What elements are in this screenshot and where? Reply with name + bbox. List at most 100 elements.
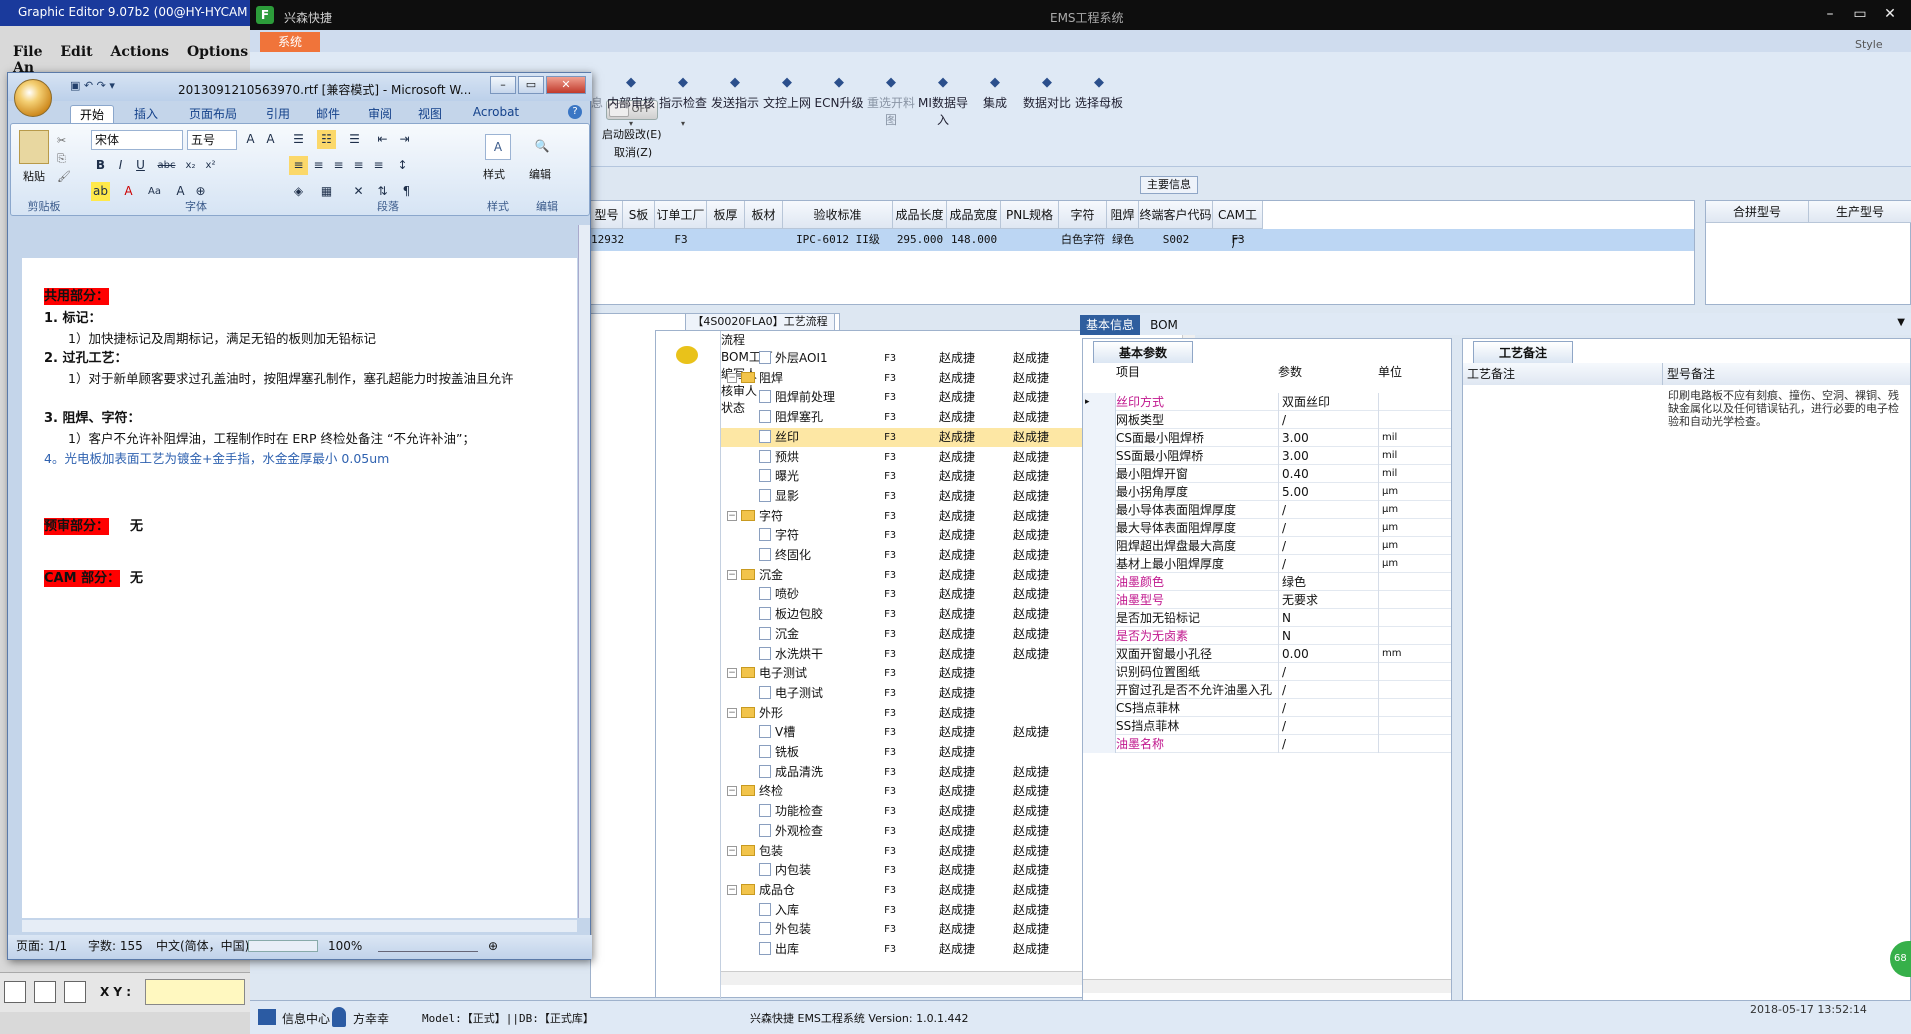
collapse-icon[interactable]: −: [727, 668, 737, 679]
col-header[interactable]: 板厚: [707, 201, 745, 229]
shading-icon[interactable]: ◈: [289, 182, 308, 201]
collapse-icon[interactable]: −: [727, 786, 737, 797]
paste-icon[interactable]: [19, 130, 49, 164]
justify-icon[interactable]: ≡: [349, 156, 368, 175]
ribbon-button-7[interactable]: ◆ MI数据导入: [914, 76, 972, 128]
clipboard-tools[interactable]: ✂ ⎘ 🖌: [57, 132, 71, 186]
collapse-icon[interactable]: −: [727, 707, 737, 718]
row-header[interactable]: [1083, 735, 1116, 753]
ribbon-button-9[interactable]: ◆ 数据对比: [1018, 76, 1076, 111]
paste-label[interactable]: 粘贴: [23, 168, 45, 184]
align-left-icon[interactable]: ≡: [289, 156, 308, 175]
superscript-icon[interactable]: x²: [201, 156, 220, 175]
tab-dropdown-icon[interactable]: ▼: [1897, 317, 1905, 328]
col-header[interactable]: S板: [623, 201, 655, 229]
param-row[interactable]: 识别码位置图纸 /: [1083, 663, 1451, 681]
param-value[interactable]: /: [1278, 411, 1378, 429]
row-header[interactable]: [1083, 555, 1116, 573]
param-row[interactable]: 开窗过孔是否不允许油墨入孔 /: [1083, 681, 1451, 699]
menu-file[interactable]: File: [13, 44, 42, 60]
table-cell[interactable]: 295.000: [893, 229, 947, 251]
col-header[interactable]: PNL规格: [1001, 201, 1059, 229]
row-header[interactable]: [1083, 645, 1116, 663]
row-header[interactable]: [1083, 699, 1116, 717]
info-center[interactable]: 信息中心: [282, 1010, 330, 1027]
zoom-level[interactable]: 100%: [328, 935, 362, 957]
italic-icon[interactable]: I: [111, 156, 130, 175]
change-case-icon[interactable]: Aa: [145, 182, 164, 201]
ribbon-button-5[interactable]: ◆ ECN升级: [810, 76, 868, 111]
col-header[interactable]: 板材: [745, 201, 783, 229]
process-col-header[interactable]: 流程: [721, 331, 881, 348]
param-value[interactable]: /: [1278, 681, 1378, 699]
table-cell[interactable]: 12932: [591, 229, 624, 251]
font-size-select[interactable]: 五号: [187, 130, 237, 150]
close-button[interactable]: ✕: [1877, 3, 1903, 27]
font-color-icon[interactable]: A: [119, 182, 138, 201]
borders-icon[interactable]: ▦: [317, 182, 336, 201]
col-header[interactable]: 订单工厂: [655, 201, 707, 229]
param-value[interactable]: /: [1278, 537, 1378, 555]
param-value[interactable]: 3.00: [1278, 447, 1378, 465]
ribbon-button-10[interactable]: ◆ 选择母板: [1070, 76, 1128, 111]
param-value[interactable]: /: [1278, 519, 1378, 537]
param-value[interactable]: /: [1278, 663, 1378, 681]
param-value[interactable]: /: [1278, 555, 1378, 573]
param-value[interactable]: 绿色: [1278, 573, 1378, 591]
view-buttons[interactable]: [248, 940, 318, 952]
table-cell[interactable]: S002: [1139, 229, 1213, 251]
param-value[interactable]: 0.00: [1278, 645, 1378, 663]
menu-options[interactable]: Options: [187, 44, 248, 60]
styles-icon[interactable]: A: [485, 134, 511, 160]
collapse-icon[interactable]: −: [727, 845, 737, 856]
restore-button[interactable]: ▭: [1847, 3, 1873, 27]
params-hscroll[interactable]: [1083, 979, 1451, 993]
toggle-label-start[interactable]: 启动殴改(E): [602, 126, 662, 142]
tab-bom[interactable]: BOM: [1144, 315, 1184, 335]
style-label[interactable]: Style: [1855, 38, 1883, 51]
row-header[interactable]: [1083, 447, 1116, 465]
collapse-icon[interactable]: −: [727, 372, 737, 383]
text-border-icon[interactable]: A: [261, 130, 280, 149]
word-vscroll[interactable]: [578, 225, 590, 918]
tab-mailings[interactable]: 邮件: [308, 105, 348, 123]
param-row[interactable]: CS挡点菲林 /: [1083, 699, 1451, 717]
param-col-header[interactable]: 单位: [1378, 363, 1451, 380]
param-row[interactable]: CS面最小阻焊桥 3.00 mil: [1083, 429, 1451, 447]
row-header[interactable]: [1083, 663, 1116, 681]
table-cell[interactable]: [623, 229, 655, 251]
table-cell[interactable]: 148.000: [947, 229, 1001, 251]
param-value[interactable]: 无要求: [1278, 591, 1378, 609]
param-row[interactable]: 网板类型 /: [1083, 411, 1451, 429]
row-header[interactable]: [1083, 681, 1116, 699]
param-row[interactable]: 油墨名称 /: [1083, 735, 1451, 753]
system-tab[interactable]: 系统: [260, 32, 320, 52]
param-value[interactable]: 双面丝印: [1278, 393, 1378, 411]
align-right-icon[interactable]: ≡: [329, 156, 348, 175]
row-header[interactable]: [1083, 627, 1116, 645]
param-row[interactable]: ▸ 丝印方式 双面丝印: [1083, 393, 1451, 411]
xy-input[interactable]: [145, 979, 245, 1005]
param-row[interactable]: 双面开窗最小孔径 0.00 mm: [1083, 645, 1451, 663]
tab-view[interactable]: 视图: [410, 105, 450, 123]
select-tool-icon[interactable]: [4, 981, 26, 1003]
param-value[interactable]: /: [1278, 699, 1378, 717]
row-header[interactable]: [1083, 591, 1116, 609]
param-row[interactable]: 最小拐角厚度 5.00 μm: [1083, 483, 1451, 501]
table-cell[interactable]: IPC-6012 II级: [783, 229, 893, 251]
edit-label[interactable]: 编辑: [529, 166, 551, 182]
row-header[interactable]: [1083, 519, 1116, 537]
table-cell[interactable]: 绿色: [1107, 229, 1139, 251]
col-header[interactable]: CAM工厂: [1213, 201, 1263, 250]
ribbon-button-6[interactable]: ◆ 重选开料图: [862, 76, 920, 128]
table-cell[interactable]: [707, 229, 745, 251]
language-status[interactable]: 中文(简体，中国): [156, 935, 249, 957]
help-icon[interactable]: ?: [568, 105, 582, 119]
param-row[interactable]: 油墨颜色 绿色: [1083, 573, 1451, 591]
zoom-slider[interactable]: [378, 940, 478, 952]
basic-params-tab[interactable]: 基本参数: [1093, 341, 1193, 363]
param-value[interactable]: 5.00: [1278, 483, 1378, 501]
increase-indent-icon[interactable]: ⇥: [395, 130, 414, 149]
zoom-in-icon[interactable]: ⊕: [488, 935, 498, 957]
subscript-icon[interactable]: x₂: [181, 156, 200, 175]
